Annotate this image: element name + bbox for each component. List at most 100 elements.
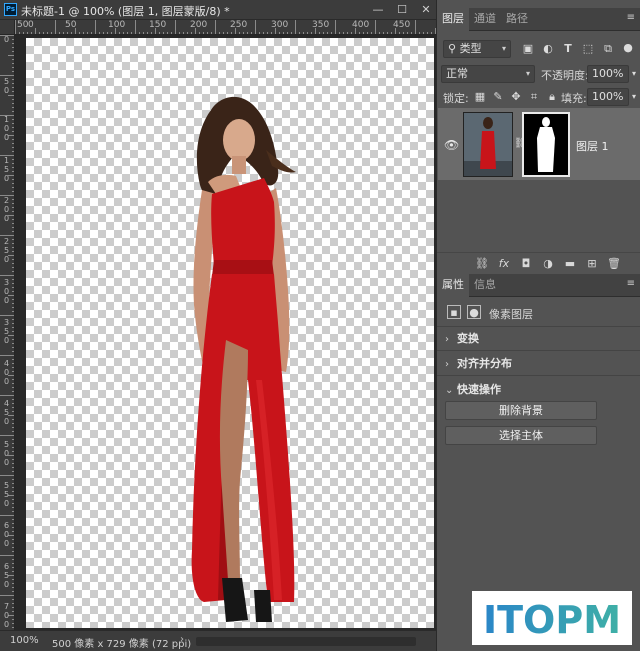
- chevron-right-icon: ›: [445, 334, 449, 345]
- properties-layer-type-row: ▪ ● 像素图层: [437, 301, 640, 323]
- fill-field[interactable]: 100%: [587, 88, 629, 106]
- tab-paths[interactable]: 路径: [501, 8, 533, 31]
- filter-kind-select[interactable]: ⚲ 类型 ▾: [443, 40, 511, 58]
- itopm-watermark-logo: ITOPM: [472, 591, 632, 645]
- panel-menu-icon[interactable]: ≡: [627, 12, 635, 23]
- adjustment-icon[interactable]: ◑: [541, 257, 555, 271]
- fx-icon[interactable]: fx: [497, 257, 511, 271]
- filter-pixel-icon[interactable]: ▣: [521, 42, 535, 56]
- layer-mask-thumbnail[interactable]: [522, 112, 570, 177]
- maximize-button[interactable]: ☐: [390, 0, 414, 20]
- layer-thumbnail[interactable]: [463, 112, 513, 177]
- eye-icon[interactable]: 👁︎: [444, 138, 459, 152]
- ruler-label: 50: [17, 20, 29, 30]
- minimize-button[interactable]: —: [366, 0, 390, 20]
- document-canvas[interactable]: [26, 38, 434, 628]
- filter-shape-icon[interactable]: ⬚: [581, 42, 595, 56]
- filter-adjustment-icon[interactable]: ◐: [541, 42, 555, 56]
- layer-row[interactable]: 👁︎ ⛓︎ 图层 1: [438, 108, 640, 180]
- remove-background-button[interactable]: 删除背景: [445, 401, 597, 420]
- ruler-label: 700: [3, 602, 10, 629]
- document-titlebar[interactable]: Ps 未标题-1 @ 100% (图层 1, 图层蒙版/8) * — ☐ ✕: [0, 0, 436, 20]
- ruler-label: 600: [3, 521, 10, 548]
- chevron-down-icon: ⌄: [445, 385, 454, 396]
- blend-mode-select[interactable]: 正常 ▾: [441, 65, 535, 83]
- mask-icon[interactable]: ●: [467, 305, 481, 319]
- panel-menu-icon[interactable]: ≡: [627, 278, 635, 289]
- fill-label: 填充:: [561, 92, 587, 105]
- lock-image-icon[interactable]: ✎: [491, 90, 505, 104]
- filter-toggle-icon[interactable]: ●: [621, 41, 635, 55]
- document-status-bar: 100% 500 像素 x 729 像素 (72 ppi) ›: [0, 630, 436, 651]
- fill-value: 100%: [592, 90, 624, 103]
- ruler-label: 250: [230, 20, 248, 30]
- link-icon[interactable]: ⛓︎: [475, 257, 489, 271]
- folder-icon[interactable]: ▬: [563, 257, 577, 271]
- blend-mode-value: 正常: [446, 67, 468, 80]
- ruler-label: 50: [65, 20, 77, 30]
- chevron-down-icon[interactable]: ▾: [627, 67, 640, 81]
- lock-position-icon[interactable]: ✥: [509, 90, 523, 104]
- search-icon: ⚲: [448, 42, 460, 55]
- ruler-label: 500: [3, 440, 10, 467]
- panel-column: 图层 通道 路径 ≡ ⚲ 类型 ▾ ▣ ◐ T ⬚ ⧉ ● 正常 ▾ 不透明度:…: [436, 0, 640, 651]
- ruler-label: 150: [149, 20, 167, 30]
- section-align-label: 对齐并分布: [457, 357, 512, 370]
- tab-layers[interactable]: 图层: [437, 8, 469, 31]
- pasteboard[interactable]: [15, 35, 436, 630]
- layer-name[interactable]: 图层 1: [576, 138, 609, 154]
- tab-properties[interactable]: 属性: [437, 274, 469, 297]
- filter-type-icon[interactable]: T: [561, 42, 575, 56]
- document-window: Ps 未标题-1 @ 100% (图层 1, 图层蒙版/8) * — ☐ ✕ 5…: [0, 0, 436, 651]
- horizontal-scrollbar[interactable]: [196, 637, 416, 646]
- opacity-label: 不透明度:: [541, 69, 589, 82]
- lock-all-icon[interactable]: 🔒︎: [545, 90, 559, 104]
- new-layer-icon[interactable]: ⊞: [585, 257, 599, 271]
- ruler-label: 450: [393, 20, 411, 30]
- ruler-label: 0: [28, 20, 34, 30]
- tab-info[interactable]: 信息: [469, 274, 501, 297]
- zoom-level-field[interactable]: 100%: [10, 635, 39, 646]
- document-info-text: 500 像素 x 729 像素 (72 ppi): [52, 639, 192, 650]
- document-title: 未标题-1 @ 100% (图层 1, 图层蒙版/8) *: [21, 5, 230, 18]
- close-button[interactable]: ✕: [414, 0, 438, 20]
- ruler-label: 100: [3, 115, 10, 142]
- select-subject-button[interactable]: 选择主体: [445, 426, 597, 445]
- section-transform-label: 变换: [457, 332, 479, 345]
- ruler-label: 300: [271, 20, 289, 30]
- section-quick-actions[interactable]: ⌄ 快速操作: [445, 381, 501, 397]
- lock-artboard-icon[interactable]: ⌗: [527, 90, 541, 104]
- ruler-origin[interactable]: [0, 20, 15, 35]
- section-transform[interactable]: › 变换: [445, 330, 479, 346]
- mask-icon[interactable]: ◘: [519, 257, 533, 271]
- lock-transparent-icon[interactable]: ▦: [473, 90, 487, 104]
- filter-kind-value: 类型: [459, 42, 482, 55]
- layers-footer-toolbar: ⛓︎ fx ◘ ◑ ▬ ⊞ 🗑︎: [437, 252, 640, 274]
- chevron-down-icon: ▾: [501, 44, 506, 53]
- horizontal-ruler[interactable]: 50 0 50 100 150 200 250 300 350 400 450: [15, 20, 436, 35]
- chevron-right-icon: ›: [445, 359, 449, 370]
- opacity-field[interactable]: 100%: [587, 65, 629, 83]
- layer-type-label: 像素图层: [489, 308, 533, 321]
- filter-smart-object-icon[interactable]: ⧉: [601, 42, 615, 56]
- divider: [437, 375, 640, 376]
- ruler-label: 650: [3, 562, 10, 589]
- itopm-logo-image: ITOPM: [483, 598, 621, 642]
- vertical-ruler[interactable]: 0 50 100 150 200 250 300 350 400 450 500…: [0, 35, 15, 630]
- ruler-label: 400: [3, 359, 10, 386]
- ruler-label: 0: [3, 35, 10, 44]
- lock-fill-row: 锁定: ▦ ✎ ✥ ⌗ 🔒︎ 填充: 100% ▾: [437, 87, 640, 107]
- ruler-label: 100: [108, 20, 126, 30]
- chevron-down-icon[interactable]: ▾: [627, 90, 640, 104]
- ruler-label: 550: [3, 481, 10, 508]
- ruler-label: 300: [3, 278, 10, 305]
- chevron-right-icon[interactable]: ›: [180, 634, 184, 645]
- horizontal-ruler-ticks: [15, 20, 436, 34]
- section-align-distribute[interactable]: › 对齐并分布: [445, 355, 512, 371]
- divider: [437, 350, 640, 351]
- tab-channels[interactable]: 通道: [469, 8, 501, 31]
- layer-mask-image: [524, 114, 568, 175]
- ruler-label: 200: [3, 196, 10, 223]
- ruler-label: 350: [3, 318, 10, 345]
- trash-icon[interactable]: 🗑︎: [607, 257, 621, 271]
